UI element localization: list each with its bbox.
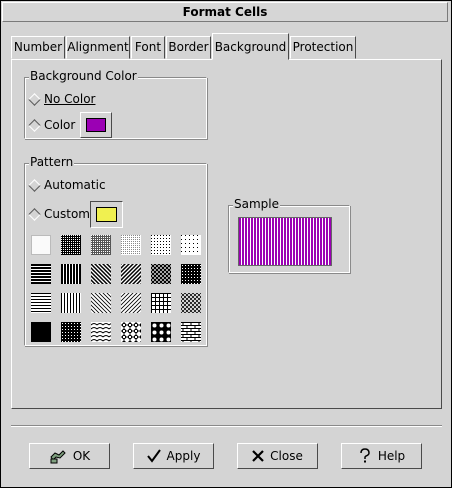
- tab-protection[interactable]: Protection: [290, 36, 356, 59]
- ok-hand-icon: [50, 450, 66, 464]
- sample-title: Sample: [233, 197, 280, 211]
- apply-label: Apply: [166, 449, 201, 463]
- ok-button[interactable]: OK: [29, 443, 110, 469]
- pattern-dense-grid[interactable]: [61, 322, 81, 342]
- pattern-solid-black[interactable]: [31, 322, 51, 342]
- pattern-cross-diagonal[interactable]: [151, 264, 171, 284]
- pattern-solid-white[interactable]: [31, 235, 51, 255]
- no-color-label: No Color: [44, 92, 96, 106]
- pattern-thin-diagonal-up[interactable]: [121, 293, 141, 313]
- help-question-icon: [360, 448, 370, 463]
- pattern-very-sparse-dots[interactable]: [181, 235, 201, 255]
- radio-indicator-icon: [28, 118, 41, 132]
- tab-font[interactable]: Font: [131, 36, 165, 59]
- background-color-picker-button[interactable]: [80, 112, 112, 138]
- pattern-medium-dots[interactable]: [91, 235, 111, 255]
- pattern-thin-cross-diagonal[interactable]: [181, 293, 201, 313]
- close-label: Close: [270, 449, 303, 463]
- button-separator: [11, 425, 442, 427]
- tab-number[interactable]: Number: [11, 36, 65, 59]
- close-x-icon: [252, 450, 264, 462]
- pattern-weave[interactable]: [121, 322, 141, 342]
- tab-background[interactable]: Background: [212, 33, 289, 60]
- pattern-color-swatch: [96, 207, 117, 222]
- automatic-label: Automatic: [44, 178, 106, 192]
- automatic-radio[interactable]: Automatic: [28, 178, 106, 192]
- help-label: Help: [377, 449, 406, 463]
- pattern-grid-lines[interactable]: [151, 293, 171, 313]
- radio-indicator-icon: [28, 207, 41, 221]
- help-button[interactable]: Help: [341, 443, 422, 469]
- apply-button[interactable]: Apply: [133, 443, 214, 469]
- format-cells-dialog: Format Cells Number Alignment Font Borde…: [0, 0, 452, 488]
- no-color-radio[interactable]: No Color: [28, 92, 96, 106]
- pattern-thin-horizontal[interactable]: [31, 293, 51, 313]
- custom-radio[interactable]: Custom: [28, 207, 90, 221]
- radio-indicator-icon: [28, 92, 41, 106]
- pattern-bricks[interactable]: [181, 322, 201, 342]
- pattern-vertical-lines[interactable]: [61, 264, 81, 284]
- pattern-horizontal-lines[interactable]: [31, 264, 51, 284]
- pattern-group: Pattern Automatic Custom: [24, 155, 207, 346]
- checkmark-icon: [146, 449, 161, 463]
- pattern-light-dots[interactable]: [121, 235, 141, 255]
- pattern-sparse-dots[interactable]: [151, 235, 171, 255]
- window-title: Format Cells: [2, 2, 448, 22]
- radio-indicator-icon: [28, 178, 41, 192]
- pattern-diagonal-down[interactable]: [91, 264, 111, 284]
- background-color-title: Background Color: [29, 69, 138, 83]
- pattern-thin-vertical[interactable]: [61, 293, 81, 313]
- color-label: Color: [44, 118, 76, 132]
- sample-preview: [238, 217, 332, 266]
- pattern-thick-cross-diagonal[interactable]: [181, 264, 201, 284]
- pattern-circles[interactable]: [151, 322, 171, 342]
- custom-label: Custom: [44, 207, 90, 221]
- ok-label: OK: [72, 449, 91, 463]
- pattern-scales[interactable]: [91, 322, 111, 342]
- color-radio[interactable]: Color: [28, 118, 76, 132]
- pattern-color-picker-button[interactable]: [90, 201, 123, 228]
- tab-panel-background: Background Color No Color Color Pattern …: [11, 59, 442, 409]
- tab-alignment[interactable]: Alignment: [66, 36, 130, 59]
- background-color-swatch: [86, 118, 106, 132]
- pattern-title: Pattern: [29, 155, 75, 169]
- close-button[interactable]: Close: [237, 443, 318, 469]
- sample-group: Sample: [228, 197, 350, 273]
- pattern-diagonal-up[interactable]: [121, 264, 141, 284]
- pattern-thin-diagonal-down[interactable]: [91, 293, 111, 313]
- background-color-group: Background Color No Color Color: [24, 69, 207, 139]
- pattern-dense-dots[interactable]: [61, 235, 81, 255]
- tab-border[interactable]: Border: [166, 36, 211, 59]
